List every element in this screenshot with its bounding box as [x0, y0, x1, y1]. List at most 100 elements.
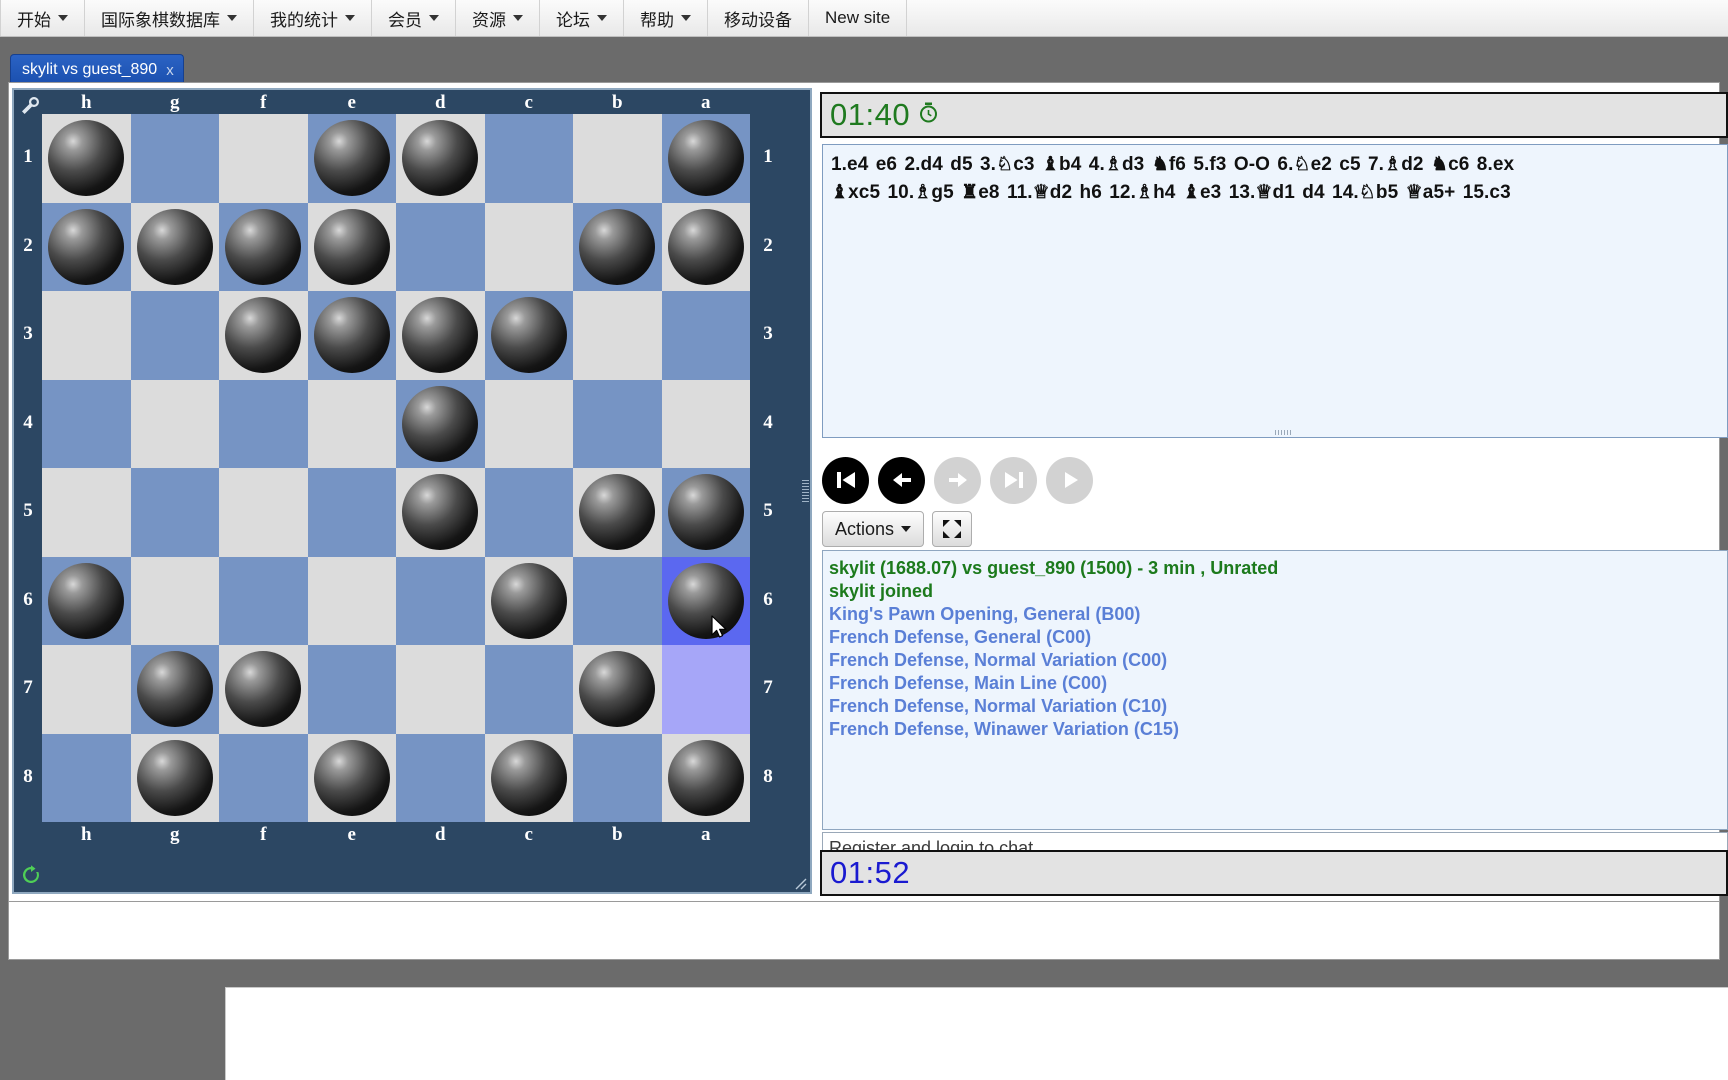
- menu-item-5[interactable]: 论坛: [540, 0, 624, 36]
- board-square[interactable]: [661, 468, 750, 557]
- board-square[interactable]: [484, 556, 573, 645]
- menu-item-7[interactable]: 移动设备: [708, 0, 809, 36]
- chess-piece[interactable]: [402, 474, 479, 551]
- menu-item-3[interactable]: 会员: [372, 0, 456, 36]
- board-square[interactable]: [484, 291, 573, 380]
- board-square[interactable]: [42, 202, 131, 291]
- play-icon[interactable]: [1046, 456, 1093, 504]
- chess-board[interactable]: h g f e d c b a h g f e d c b a 1 2 3 4 5 6 7 8 1 2 3 4 5 6 7 8: [14, 90, 810, 892]
- board-square[interactable]: [130, 202, 219, 291]
- chess-piece[interactable]: [225, 651, 302, 728]
- menu-item-6[interactable]: 帮助: [624, 0, 708, 36]
- menu-item-0[interactable]: 开始: [0, 0, 85, 36]
- board-square[interactable]: [42, 645, 131, 734]
- board-square[interactable]: [573, 114, 662, 203]
- chess-piece[interactable]: [225, 297, 302, 374]
- chess-piece[interactable]: [490, 297, 567, 374]
- board-square[interactable]: [396, 202, 485, 291]
- board-square[interactable]: [307, 556, 396, 645]
- actions-button[interactable]: Actions: [822, 511, 925, 547]
- chat-opening-line[interactable]: King's Pawn Opening, General (B00): [829, 603, 1721, 626]
- close-icon[interactable]: x: [166, 62, 174, 79]
- chess-piece[interactable]: [667, 739, 744, 816]
- board-square[interactable]: [484, 733, 573, 822]
- chess-piece[interactable]: [402, 120, 479, 197]
- chess-piece[interactable]: [490, 739, 567, 816]
- chess-piece[interactable]: [402, 385, 479, 462]
- chess-piece[interactable]: [579, 651, 656, 728]
- board-square[interactable]: [130, 645, 219, 734]
- chess-board-container[interactable]: h g f e d c b a h g f e d c b a 1 2 3 4 5 6 7 8 1 2 3 4 5 6 7 8: [12, 88, 812, 894]
- chat-log[interactable]: skylit (1688.07) vs guest_890 (1500) - 3…: [822, 550, 1728, 830]
- chess-piece[interactable]: [48, 562, 125, 639]
- chat-opening-line[interactable]: French Defense, Winawer Variation (C15): [829, 718, 1721, 741]
- tab-game[interactable]: skylit vs guest_890 x: [10, 54, 184, 85]
- chess-piece[interactable]: [667, 208, 744, 285]
- board-square[interactable]: [573, 202, 662, 291]
- chess-piece[interactable]: [136, 739, 213, 816]
- board-square[interactable]: [661, 733, 750, 822]
- board-square[interactable]: [130, 733, 219, 822]
- board-square[interactable]: [661, 379, 750, 468]
- board-square[interactable]: [661, 202, 750, 291]
- board-squares[interactable]: [42, 114, 750, 822]
- step-forward-icon[interactable]: [934, 456, 981, 504]
- board-square[interactable]: [484, 468, 573, 557]
- chat-opening-line[interactable]: French Defense, Normal Variation (C00): [829, 649, 1721, 672]
- board-square[interactable]: [219, 202, 308, 291]
- chess-piece[interactable]: [313, 120, 390, 197]
- chat-opening-line[interactable]: French Defense, Main Line (C00): [829, 672, 1721, 695]
- board-square[interactable]: [307, 645, 396, 734]
- board-square[interactable]: [307, 202, 396, 291]
- menu-item-4[interactable]: 资源: [456, 0, 540, 36]
- board-square[interactable]: [130, 291, 219, 380]
- menu-item-1[interactable]: 国际象棋数据库: [85, 0, 254, 36]
- board-square[interactable]: [42, 556, 131, 645]
- fullscreen-icon[interactable]: [932, 511, 973, 547]
- chat-opening-line[interactable]: French Defense, Normal Variation (C10): [829, 695, 1721, 718]
- board-square[interactable]: [484, 645, 573, 734]
- chess-piece[interactable]: [136, 208, 213, 285]
- board-square[interactable]: [573, 291, 662, 380]
- board-square[interactable]: [130, 379, 219, 468]
- chess-piece[interactable]: [579, 208, 656, 285]
- board-square[interactable]: [307, 733, 396, 822]
- skip-to-start-icon[interactable]: [822, 456, 869, 504]
- chess-piece[interactable]: [490, 562, 567, 639]
- board-square[interactable]: [307, 379, 396, 468]
- board-square[interactable]: [219, 556, 308, 645]
- board-square[interactable]: [484, 114, 573, 203]
- board-square[interactable]: [42, 114, 131, 203]
- board-square[interactable]: [219, 291, 308, 380]
- chess-piece[interactable]: [402, 297, 479, 374]
- board-square[interactable]: [661, 556, 750, 645]
- resize-grip-icon[interactable]: [794, 877, 808, 891]
- board-square[interactable]: [219, 379, 308, 468]
- chess-piece[interactable]: [667, 562, 744, 639]
- board-square[interactable]: [307, 114, 396, 203]
- menu-item-8[interactable]: New site: [809, 0, 908, 36]
- refresh-icon[interactable]: [20, 864, 46, 888]
- board-square[interactable]: [130, 556, 219, 645]
- board-square[interactable]: [42, 379, 131, 468]
- board-square[interactable]: [307, 291, 396, 380]
- board-square[interactable]: [573, 645, 662, 734]
- board-square[interactable]: [42, 468, 131, 557]
- chess-piece[interactable]: [313, 297, 390, 374]
- chess-piece[interactable]: [579, 474, 656, 551]
- board-square[interactable]: [396, 645, 485, 734]
- board-square[interactable]: [219, 114, 308, 203]
- board-square[interactable]: [396, 733, 485, 822]
- board-square[interactable]: [42, 733, 131, 822]
- board-square[interactable]: [219, 645, 308, 734]
- board-square[interactable]: [396, 468, 485, 557]
- chess-piece[interactable]: [48, 208, 125, 285]
- board-square[interactable]: [219, 733, 308, 822]
- board-resize-handle[interactable]: [802, 480, 809, 502]
- chess-piece[interactable]: [667, 120, 744, 197]
- board-square[interactable]: [396, 379, 485, 468]
- board-square[interactable]: [396, 114, 485, 203]
- move-list[interactable]: 1.e4 e6 2.d4 d5 3.♘c3 ♝b4 4.♗d3 ♞f6 5.f3…: [822, 144, 1728, 438]
- board-square[interactable]: [42, 291, 131, 380]
- board-square[interactable]: [573, 468, 662, 557]
